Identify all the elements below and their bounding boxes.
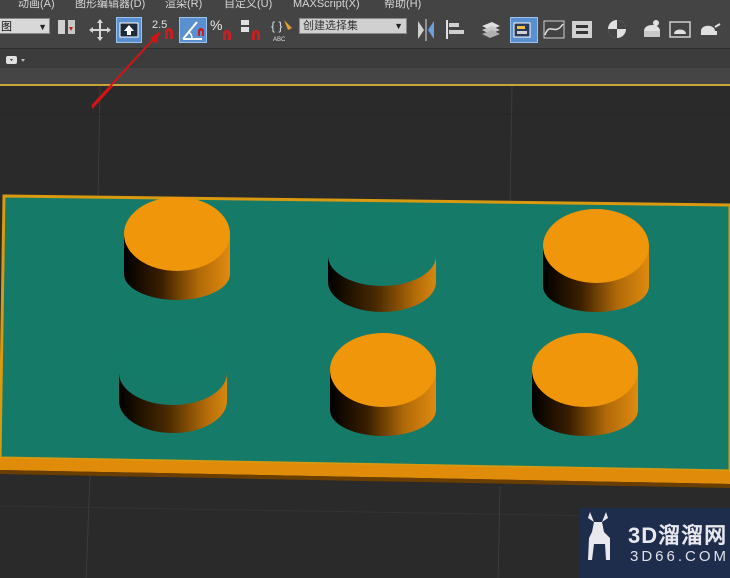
align-button[interactable] bbox=[443, 17, 469, 43]
spinner-snap-button[interactable] bbox=[238, 17, 264, 43]
percent-snap-icon: % bbox=[210, 17, 231, 40]
scene-explorer-button[interactable] bbox=[510, 17, 538, 43]
main-toolbar: 图 ▼ 2.5 % {} ABC 创建选择集 ▼ bbox=[0, 12, 730, 48]
move-icon bbox=[89, 19, 111, 41]
material-editor-icon bbox=[608, 20, 626, 38]
select-region-icon bbox=[58, 20, 75, 34]
schematic-view-button[interactable] bbox=[570, 17, 594, 43]
cylinder-object-4 bbox=[532, 333, 638, 436]
curve-editor-icon bbox=[543, 20, 565, 39]
angle-snap-button[interactable] bbox=[179, 17, 207, 43]
mirror-icon bbox=[418, 19, 434, 41]
curve-editor-button[interactable] bbox=[542, 17, 566, 43]
chevron-down-icon: ▼ bbox=[394, 21, 403, 31]
ribbon-toggle-button[interactable] bbox=[6, 53, 28, 64]
viewport-scene bbox=[0, 86, 730, 578]
snap-angle-label: 2.5 bbox=[152, 19, 167, 31]
menu-maxscript[interactable]: MAXScript(X) bbox=[293, 0, 360, 10]
layer-manager-button[interactable] bbox=[478, 17, 502, 43]
scene-explorer-icon bbox=[513, 22, 531, 38]
spinner-snap-icon bbox=[241, 20, 260, 40]
named-selection-sets-dropdown[interactable]: 创建选择集 ▼ bbox=[299, 18, 407, 34]
percent-snap-button[interactable]: % bbox=[209, 17, 235, 43]
menu-bar: 动画(A) 图形编辑器(D) 渲染(R) 自定义(U) MAXScript(X)… bbox=[0, 0, 730, 12]
render-icon bbox=[701, 23, 721, 35]
menu-graph-editors[interactable]: 图形编辑器(D) bbox=[75, 0, 145, 10]
annotation-arrow bbox=[91, 86, 114, 109]
viewport-layout-strip bbox=[0, 68, 730, 84]
schematic-view-icon bbox=[572, 21, 592, 38]
snap-toggle-icon: 2.5 bbox=[152, 19, 173, 39]
select-region-button[interactable] bbox=[56, 17, 78, 43]
watermark-title: 3D溜溜网 bbox=[628, 523, 728, 548]
cylinder-object-2 bbox=[543, 209, 649, 312]
move-button[interactable] bbox=[88, 17, 112, 43]
menu-rendering[interactable]: 渲染(R) bbox=[165, 0, 202, 10]
abc-label: ABC bbox=[273, 37, 286, 43]
view-dropdown-value: 图 bbox=[1, 21, 12, 33]
menu-animation[interactable]: 动画(A) bbox=[18, 0, 55, 10]
watermark-badge: 3D溜溜网 3D66.COM bbox=[580, 508, 730, 578]
snap-toggle-button[interactable]: 2.5 bbox=[150, 17, 178, 43]
material-editor-button[interactable] bbox=[605, 17, 631, 43]
ribbon-bar bbox=[0, 48, 730, 69]
named-selection-set-placeholder: 创建选择集 bbox=[303, 20, 358, 32]
rendered-frame-icon bbox=[669, 21, 691, 38]
layer-manager-icon bbox=[482, 22, 500, 38]
select-object-icon bbox=[119, 22, 139, 38]
render-setup-button[interactable] bbox=[640, 17, 664, 43]
deer-logo-icon bbox=[588, 512, 610, 560]
rendered-frame-button[interactable] bbox=[668, 17, 692, 43]
edit-named-selection-button[interactable]: { } ABC bbox=[270, 17, 296, 43]
menu-help[interactable]: 帮助(H) bbox=[384, 0, 421, 10]
cylinder-object-3 bbox=[330, 333, 436, 436]
render-button[interactable] bbox=[697, 17, 721, 43]
ribbon-toggle-icon bbox=[6, 56, 25, 64]
percent-snap-label: % bbox=[210, 17, 222, 33]
render-setup-icon bbox=[644, 20, 660, 37]
watermark-subtitle: 3D66.COM bbox=[630, 548, 730, 565]
chevron-down-icon: ▼ bbox=[38, 22, 47, 32]
view-dropdown[interactable]: 图 ▼ bbox=[0, 18, 50, 34]
mirror-button[interactable] bbox=[414, 17, 438, 43]
menu-customize[interactable]: 自定义(U) bbox=[224, 0, 272, 10]
select-object-button[interactable] bbox=[116, 17, 142, 43]
cylinder-object-1 bbox=[124, 197, 230, 300]
perspective-viewport[interactable]: 3D溜溜网 3D66.COM bbox=[0, 84, 730, 578]
align-icon bbox=[446, 20, 464, 39]
angle-snap-icon bbox=[182, 21, 204, 40]
edit-named-label: { } bbox=[271, 19, 282, 33]
edit-named-selection-icon: { } ABC bbox=[271, 19, 292, 43]
